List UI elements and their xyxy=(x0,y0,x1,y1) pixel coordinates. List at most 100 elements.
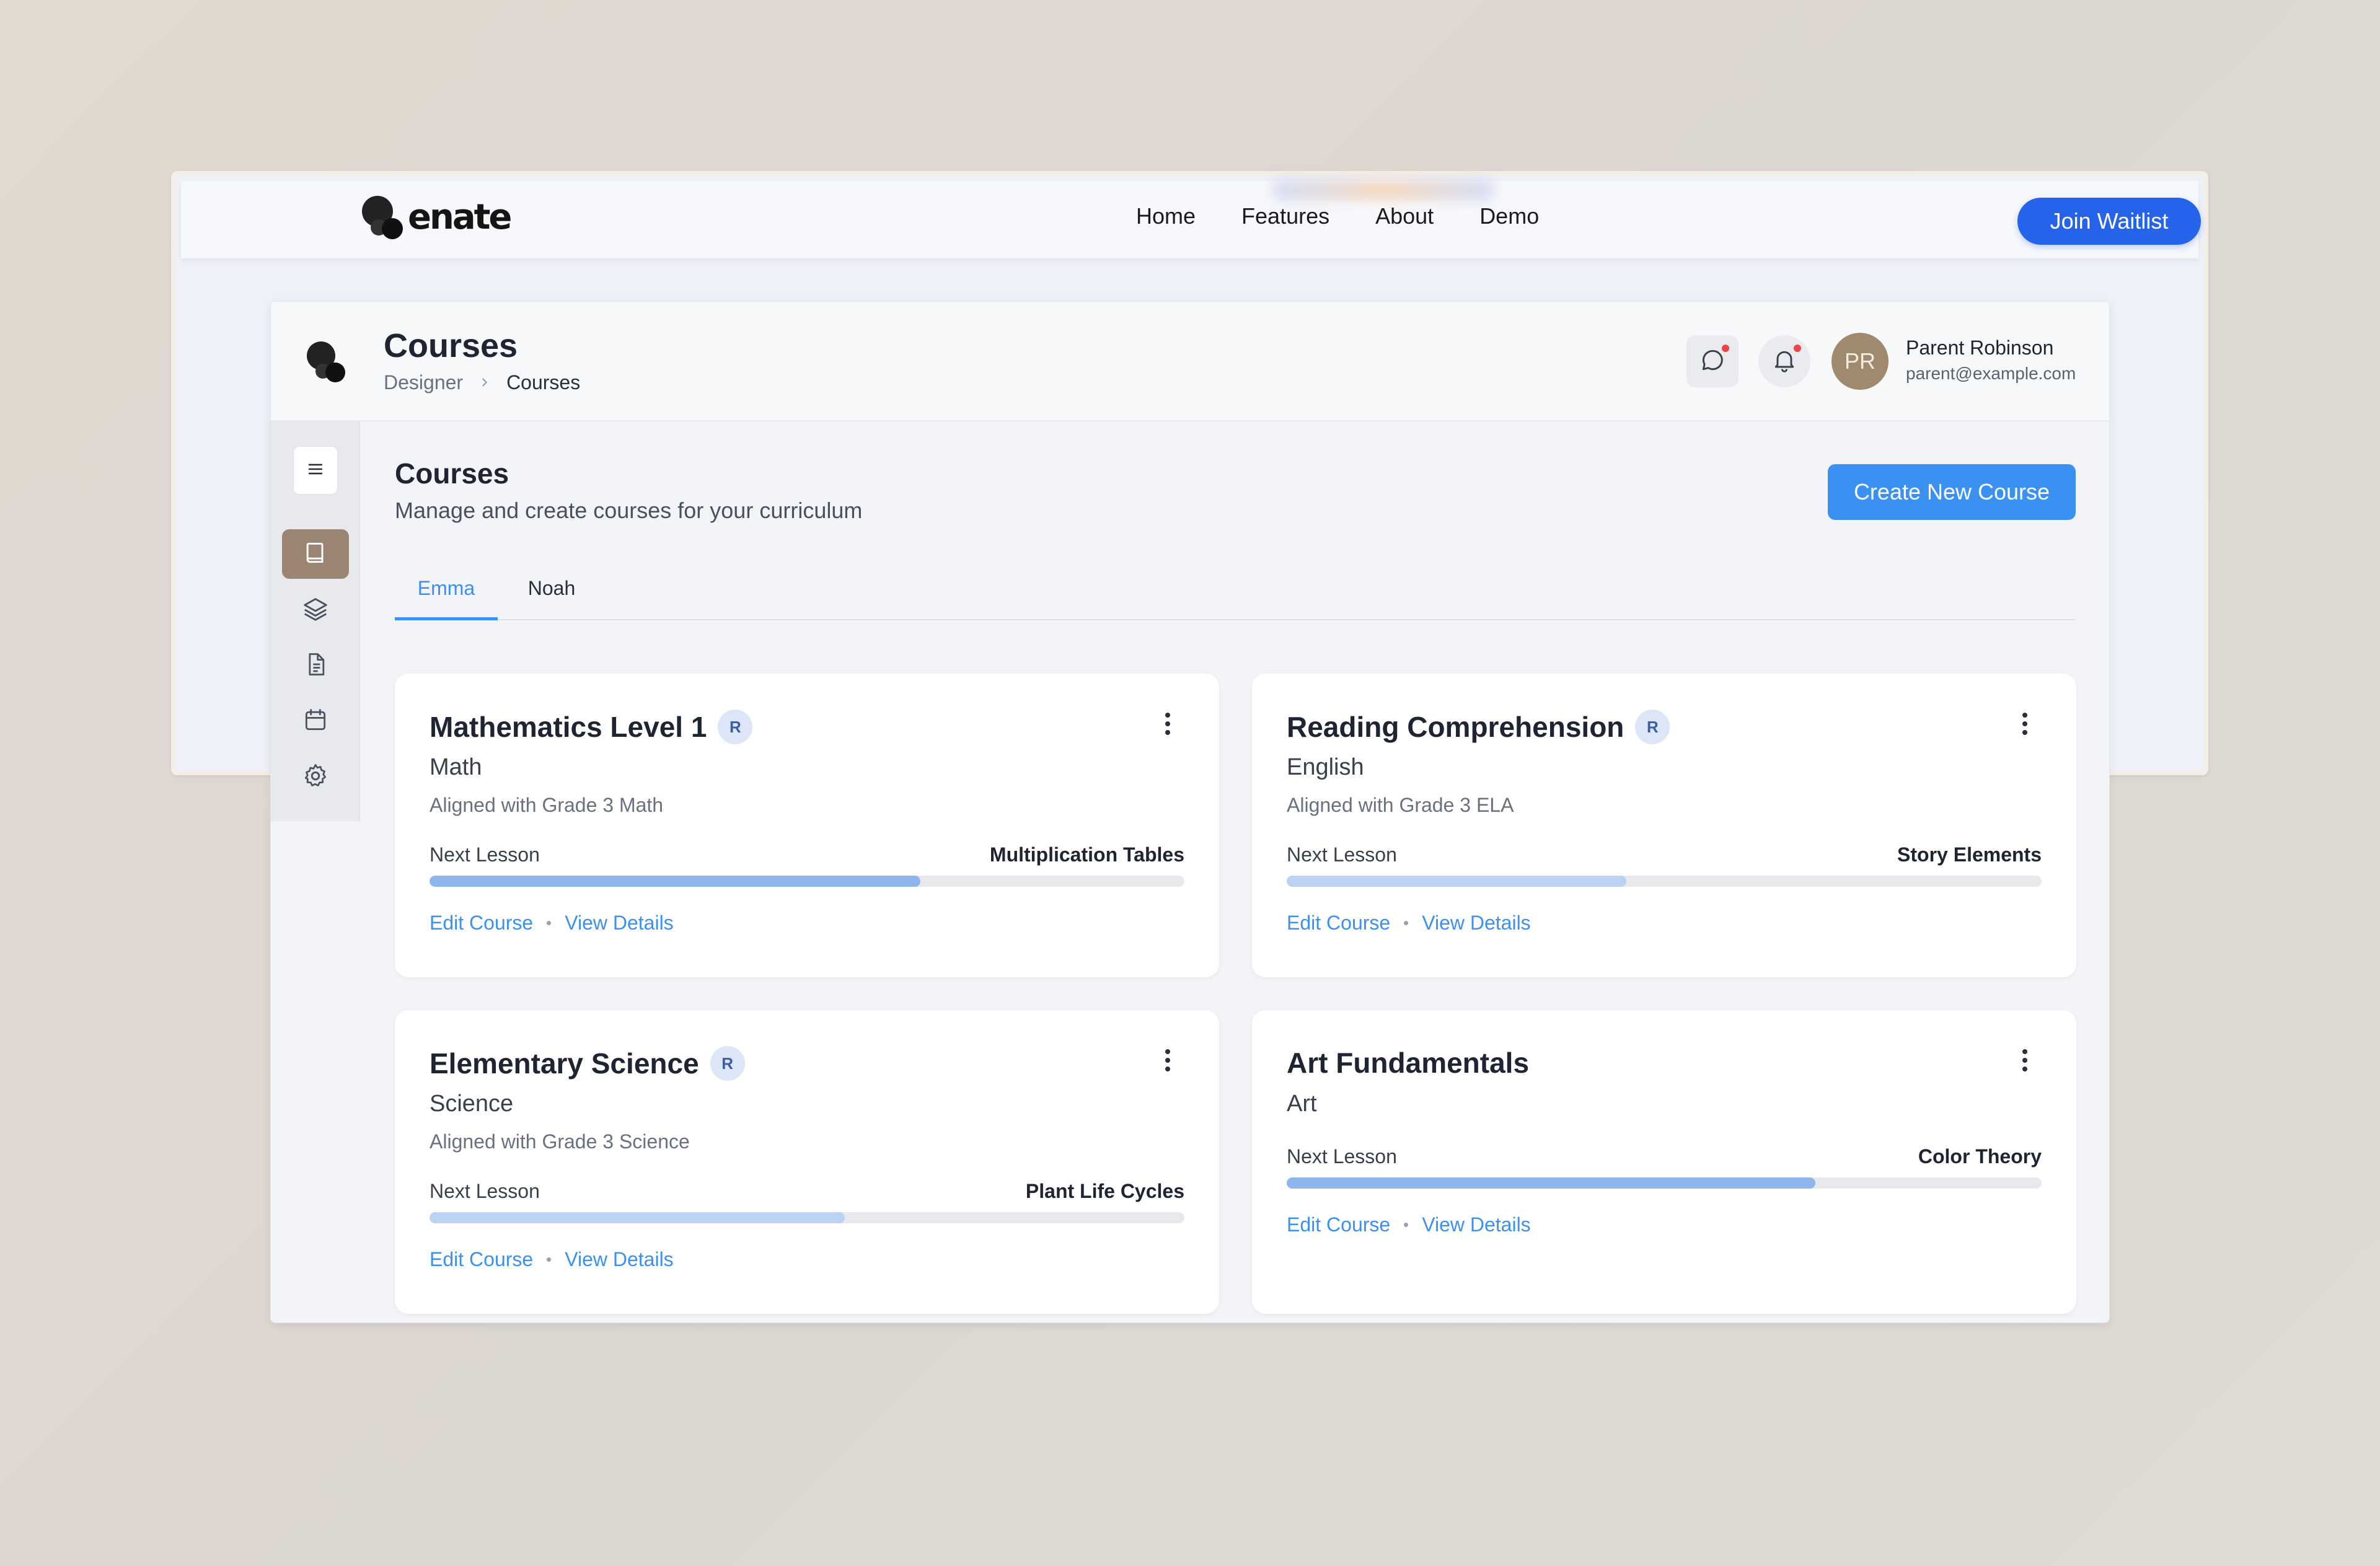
notifications-unread-dot xyxy=(1792,343,1803,354)
course-actions: Edit Course View Details xyxy=(430,912,674,935)
course-title-text: Art Fundamentals xyxy=(1287,1047,1530,1079)
separator-dot xyxy=(547,921,552,925)
messages-unread-dot xyxy=(1720,343,1731,354)
next-lesson-value: Plant Life Cycles xyxy=(1025,1180,1184,1202)
sidebar-item-documents[interactable] xyxy=(282,641,349,690)
progress-bar xyxy=(1287,1177,2042,1189)
course-actions: Edit Course View Details xyxy=(430,1248,674,1271)
nav-link-features[interactable]: Features xyxy=(1241,203,1329,229)
sidebar-item-courses[interactable] xyxy=(282,529,349,579)
course-title[interactable]: Art Fundamentals xyxy=(1287,1046,1529,1080)
sidebar-item-layers[interactable] xyxy=(282,585,349,635)
next-lesson-row: Next Lesson Plant Life Cycles xyxy=(430,1180,1184,1203)
site-navbar: enate Home Features About Demo Join Wait… xyxy=(181,181,2201,259)
course-subject: Science xyxy=(430,1091,514,1117)
notifications-button[interactable] xyxy=(1758,335,1810,387)
course-badge: R xyxy=(718,710,753,744)
menu-icon xyxy=(305,459,326,483)
progress-bar-fill xyxy=(430,876,920,887)
nav-link-about[interactable]: About xyxy=(1375,203,1434,229)
sidebar xyxy=(271,421,360,821)
avatar[interactable]: PR xyxy=(1831,333,1889,390)
edit-course-link[interactable]: Edit Course xyxy=(1287,912,1390,935)
progress-bar xyxy=(430,1212,1184,1223)
page-title: Courses xyxy=(384,327,518,364)
separator-dot xyxy=(1404,1223,1409,1227)
next-lesson-value: Color Theory xyxy=(1918,1145,2042,1168)
course-alignment: Aligned with Grade 3 ELA xyxy=(1287,794,1514,816)
student-tabs: Emma Noah xyxy=(395,568,2076,620)
course-title[interactable]: Reading Comprehension R xyxy=(1287,710,1670,744)
next-lesson-label: Next Lesson xyxy=(430,843,540,866)
layers-icon xyxy=(301,594,330,626)
user-email: parent@example.com xyxy=(1906,364,2076,383)
site-nav-links: Home Features About Demo xyxy=(1136,203,1539,229)
edit-course-link[interactable]: Edit Course xyxy=(430,1248,533,1271)
course-subject: English xyxy=(1287,754,1364,780)
view-details-link[interactable]: View Details xyxy=(565,1248,673,1271)
course-actions: Edit Course View Details xyxy=(1287,912,1531,935)
nav-link-demo[interactable]: Demo xyxy=(1479,203,1539,229)
messages-button[interactable] xyxy=(1686,335,1739,387)
section-subtitle: Manage and create courses for your curri… xyxy=(395,498,863,523)
create-course-button[interactable]: Create New Course xyxy=(1828,464,2076,520)
progress-bar xyxy=(1287,876,2042,887)
progress-bar xyxy=(430,876,1184,887)
course-card: Elementary Science R Science Aligned wit… xyxy=(395,1010,1219,1314)
section-title: Courses xyxy=(395,457,509,490)
view-details-link[interactable]: View Details xyxy=(565,912,673,935)
separator-dot xyxy=(547,1257,552,1262)
progress-bar-fill xyxy=(1287,876,1627,887)
nav-link-home[interactable]: Home xyxy=(1136,203,1196,229)
course-title-text: Reading Comprehension xyxy=(1287,711,1624,743)
progress-bar-fill xyxy=(1287,1177,1815,1189)
gear-icon xyxy=(301,762,330,793)
document-icon xyxy=(302,651,329,681)
sidebar-item-settings[interactable] xyxy=(282,752,349,802)
sidebar-item-calendar[interactable] xyxy=(282,697,349,746)
breadcrumb: Designer Courses xyxy=(384,371,580,394)
book-icon xyxy=(302,539,329,570)
more-options-icon[interactable] xyxy=(2016,708,2034,739)
course-card: Mathematics Level 1 R Math Aligned with … xyxy=(395,674,1219,977)
next-lesson-row: Next Lesson Color Theory xyxy=(1287,1145,2042,1168)
brand-name: enate xyxy=(408,196,512,237)
app-header: Courses Designer Courses PR Parent Robin… xyxy=(271,302,2109,421)
tab-noah[interactable]: Noah xyxy=(510,568,593,620)
view-details-link[interactable]: View Details xyxy=(1422,912,1530,935)
logo-mark-icon xyxy=(361,193,404,240)
nav-glow-decoration xyxy=(1272,181,1495,200)
calendar-icon xyxy=(302,706,329,737)
course-title-text: Elementary Science xyxy=(430,1047,699,1080)
chevron-right-icon xyxy=(478,371,491,394)
tab-emma[interactable]: Emma xyxy=(395,568,498,620)
join-waitlist-button[interactable]: Join Waitlist xyxy=(2017,198,2201,245)
breadcrumb-courses: Courses xyxy=(506,371,581,394)
progress-bar-fill xyxy=(430,1212,845,1223)
app-logo-icon[interactable] xyxy=(306,339,349,386)
user-name: Parent Robinson xyxy=(1906,337,2054,359)
next-lesson-label: Next Lesson xyxy=(430,1180,540,1202)
next-lesson-row: Next Lesson Multiplication Tables xyxy=(430,843,1184,866)
edit-course-link[interactable]: Edit Course xyxy=(430,912,533,935)
edit-course-link[interactable]: Edit Course xyxy=(1287,1213,1390,1236)
course-card: Art Fundamentals Art Next Lesson Color T… xyxy=(1252,1010,2076,1314)
more-options-icon[interactable] xyxy=(1158,708,1177,739)
course-title[interactable]: Elementary Science R xyxy=(430,1046,745,1081)
next-lesson-label: Next Lesson xyxy=(1287,1145,1397,1168)
app-window: Courses Designer Courses PR Parent Robin… xyxy=(270,301,2110,1323)
separator-dot xyxy=(1404,921,1409,925)
sidebar-toggle-button[interactable] xyxy=(293,446,338,495)
next-lesson-value: Story Elements xyxy=(1897,843,2042,866)
more-options-icon[interactable] xyxy=(2016,1045,2034,1076)
next-lesson-row: Next Lesson Story Elements xyxy=(1287,843,2042,866)
course-badge: R xyxy=(710,1046,745,1081)
course-alignment: Aligned with Grade 3 Science xyxy=(430,1130,690,1153)
view-details-link[interactable]: View Details xyxy=(1422,1213,1530,1236)
course-actions: Edit Course View Details xyxy=(1287,1213,1531,1236)
breadcrumb-designer[interactable]: Designer xyxy=(384,371,463,394)
course-title-text: Mathematics Level 1 xyxy=(430,711,707,743)
more-options-icon[interactable] xyxy=(1158,1045,1177,1076)
site-logo[interactable]: enate xyxy=(361,193,512,240)
course-title[interactable]: Mathematics Level 1 R xyxy=(430,710,753,744)
